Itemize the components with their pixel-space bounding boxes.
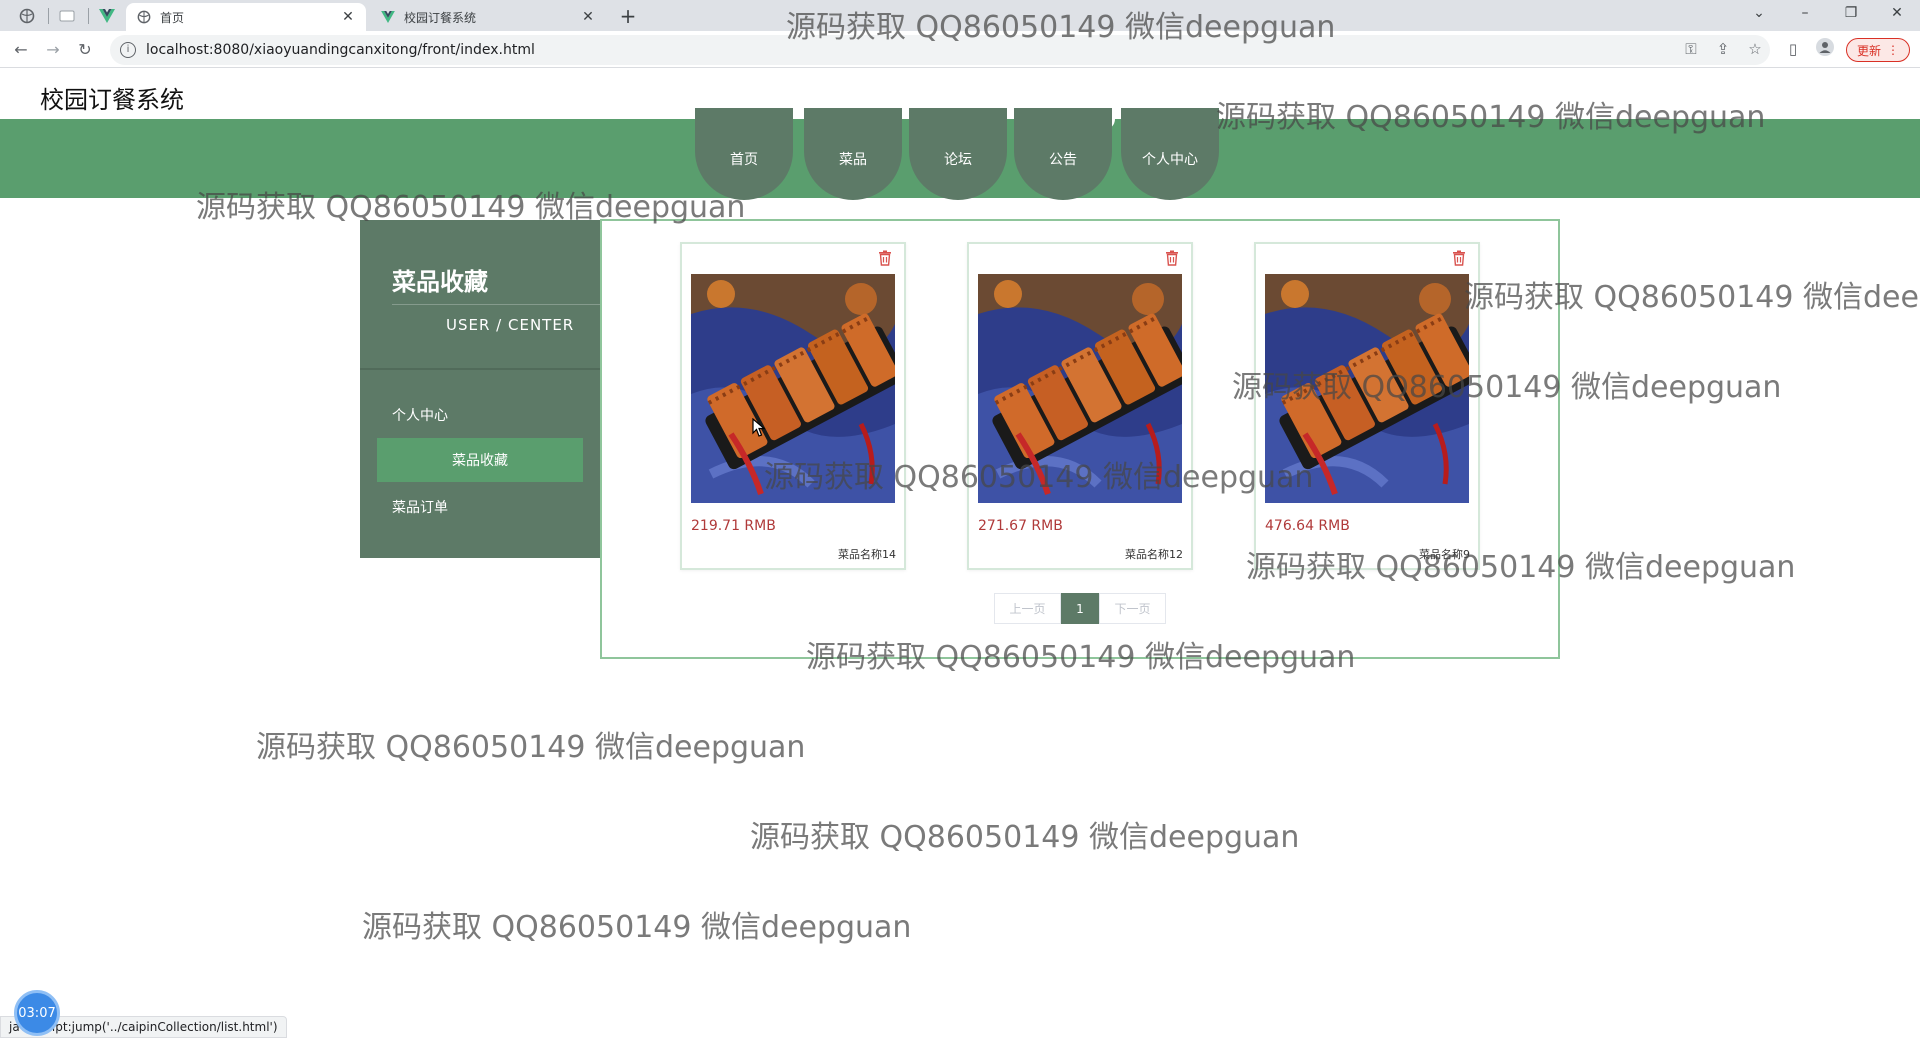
close-tab-icon[interactable]: ✕ (580, 9, 596, 25)
tab-title: 首页 (160, 10, 185, 25)
delete-icon[interactable] (1165, 250, 1181, 268)
close-tab-icon[interactable]: ✕ (340, 9, 356, 25)
restore-button[interactable]: ❐ (1828, 0, 1874, 26)
pagination: 上一页 1 下一页 (994, 593, 1166, 624)
reload-icon[interactable]: ↻ (72, 37, 98, 63)
watermark-text: 源码获取 QQ86050149 微信deepguan (750, 820, 1300, 855)
watermark-text: 源码获取 QQ86050149 微信deepguan (362, 910, 912, 945)
delete-icon[interactable] (1452, 250, 1468, 268)
forward-arrow-icon[interactable]: → (40, 37, 66, 63)
globe-icon (136, 9, 152, 25)
update-label: 更新 (1856, 43, 1881, 58)
browser-tab-strip: 首页 ✕ 校园订餐系统 ✕ + ⌄ – ❐ ✕ (0, 0, 1920, 31)
dish-name: 菜品名称14 (838, 548, 896, 561)
star-icon[interactable]: ☆ (1744, 38, 1766, 60)
recording-timer: 03:07 (14, 990, 60, 1036)
page-number-button[interactable]: 1 (1061, 593, 1099, 624)
vue-icon (380, 9, 396, 25)
back-arrow-icon[interactable]: ← (8, 37, 34, 63)
dish-image[interactable] (978, 274, 1182, 503)
url-text: localhost:8080/xiaoyuandingcanxitong/fro… (146, 42, 535, 58)
tab-title: 校园订餐系统 (404, 10, 477, 25)
sidebar-item-personal-center[interactable]: 个人中心 (392, 405, 448, 425)
dish-image[interactable] (1265, 274, 1469, 503)
update-button[interactable]: 更新 ⋮ (1846, 38, 1910, 62)
info-icon[interactable]: i (120, 42, 136, 58)
sidebar-subtitle: USER / CENTER (446, 316, 575, 334)
delete-icon[interactable] (878, 250, 894, 268)
divider (392, 304, 602, 305)
more-menu-icon: ⋮ (1887, 43, 1899, 57)
watermark-text: 源码获取 QQ86050149 微信deepguan (256, 730, 806, 765)
user-sidebar: 菜品收藏 USER / CENTER 个人中心 菜品收藏 菜品订单 (360, 220, 602, 558)
tab-separator (48, 8, 49, 24)
dish-card[interactable]: 476.64 RMB 菜品名称9 (1254, 242, 1480, 570)
address-bar[interactable]: i localhost:8080/xiaoyuandingcanxitong/f… (110, 35, 1770, 65)
vue-tab-icon[interactable] (90, 3, 124, 29)
dish-price: 476.64 RMB (1265, 518, 1350, 534)
browser-toolbar: ← → ↻ i localhost:8080/xiaoyuandingcanxi… (0, 31, 1920, 68)
dish-name: 菜品名称9 (1419, 548, 1470, 561)
key-icon[interactable]: ⚿ (1680, 38, 1702, 60)
close-window-button[interactable]: ✕ (1874, 0, 1920, 26)
blank-tab-icon[interactable] (50, 3, 84, 29)
dish-price: 271.67 RMB (978, 518, 1063, 534)
sidebar-item-dish-favorites[interactable]: 菜品收藏 (377, 438, 583, 482)
next-page-button[interactable]: 下一页 (1099, 593, 1166, 624)
site-title: 校园订餐系统 (40, 86, 184, 114)
tab-system[interactable]: 校园订餐系统 ✕ (370, 3, 606, 31)
sidebar-item-dish-orders[interactable]: 菜品订单 (392, 497, 448, 517)
dish-card[interactable]: 219.71 RMB 菜品名称14 (680, 242, 906, 570)
mouse-cursor-icon (752, 417, 766, 442)
share-icon[interactable]: ⇪ (1712, 38, 1734, 60)
tab-search-icon[interactable]: ⌄ (1736, 0, 1782, 26)
dish-name: 菜品名称12 (1125, 548, 1183, 561)
profile-icon[interactable] (1814, 38, 1836, 60)
divider (360, 368, 602, 370)
tab-separator (88, 8, 89, 24)
sidebar-title: 菜品收藏 (392, 268, 488, 296)
tab-home[interactable]: 首页 ✕ (126, 3, 366, 31)
minimize-button[interactable]: – (1782, 0, 1828, 26)
dish-price: 219.71 RMB (691, 518, 776, 534)
new-tab-button[interactable]: + (616, 4, 640, 28)
side-panel-icon[interactable]: ▯ (1782, 38, 1804, 60)
dish-card[interactable]: 271.67 RMB 菜品名称12 (967, 242, 1193, 570)
dish-image[interactable] (691, 274, 895, 503)
globe-tab-icon[interactable] (10, 3, 44, 29)
prev-page-button[interactable]: 上一页 (994, 593, 1061, 624)
